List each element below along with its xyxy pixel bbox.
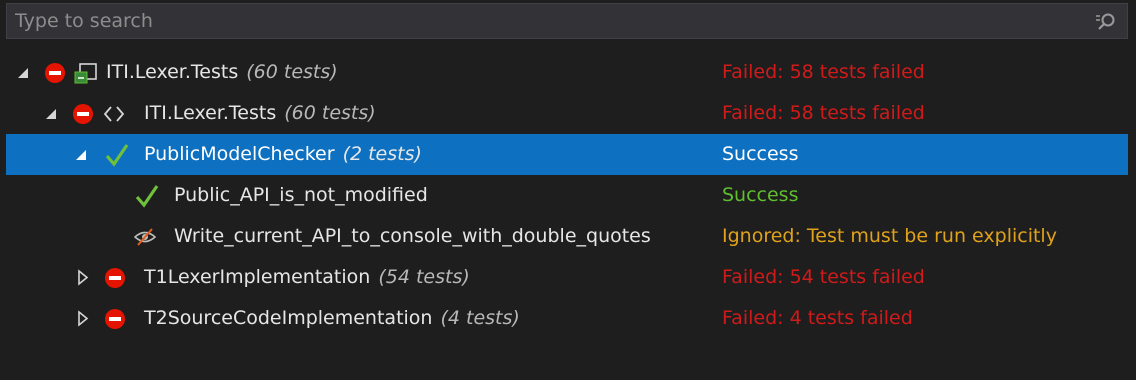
tree-row-label: T1LexerImplementation (54 tests) <box>144 257 470 298</box>
status-text: Success <box>722 184 799 206</box>
test-count: (60 tests) <box>284 102 376 124</box>
test-name: ITI.Lexer.Tests <box>106 61 239 83</box>
test-name: ITI.Lexer.Tests <box>144 102 277 124</box>
search-icon[interactable] <box>1095 11 1117 33</box>
tree-row-namespace[interactable]: ITI.Lexer.Tests (60 tests) Failed: 58 tes… <box>6 93 1128 134</box>
tree-row-label: ITI.Lexer.Tests (60 tests) <box>106 52 338 93</box>
failed-icon <box>45 63 65 83</box>
ignored-icon <box>134 228 156 246</box>
test-name: T2SourceCodeImplementation <box>144 307 433 329</box>
test-name: PublicModelChecker <box>144 143 335 165</box>
status-text: Success <box>722 143 799 165</box>
failed-icon <box>105 309 125 329</box>
failed-icon <box>105 268 125 288</box>
collapse-arrow-icon[interactable] <box>74 134 88 175</box>
success-check-icon <box>105 144 129 167</box>
test-project-icon <box>74 63 97 84</box>
test-name: Write_current_API_to_console_with_double… <box>174 225 651 247</box>
tree-row-label: PublicModelChecker (2 tests) <box>144 134 422 175</box>
tree-row-test[interactable]: Public_API_is_not_modified Success <box>6 175 1128 216</box>
test-count: (60 tests) <box>246 61 338 83</box>
failed-icon <box>73 104 93 124</box>
tree-row-class[interactable]: T2SourceCodeImplementation (4 tests) Fail… <box>6 298 1128 339</box>
test-count: (54 tests) <box>378 266 470 288</box>
search-box <box>6 3 1128 39</box>
search-input[interactable] <box>7 4 1093 38</box>
collapse-arrow-icon[interactable] <box>44 93 58 134</box>
tree-row-test[interactable]: Write_current_API_to_console_with_double… <box>6 216 1128 257</box>
tree-row-class[interactable]: T1LexerImplementation (54 tests) Failed: … <box>6 257 1128 298</box>
tree-row-label: ITI.Lexer.Tests (60 tests) <box>144 93 376 134</box>
test-explorer-panel: ITI.Lexer.Tests (60 tests) Failed: 58 tes… <box>0 0 1136 380</box>
tree-row-label: Write_current_API_to_console_with_double… <box>174 216 651 257</box>
status-text: Failed: 4 tests failed <box>722 307 913 329</box>
status-text: Failed: 58 tests failed <box>722 61 925 83</box>
test-tree: ITI.Lexer.Tests (60 tests) Failed: 58 tes… <box>6 52 1128 339</box>
test-name: Public_API_is_not_modified <box>174 184 428 206</box>
tree-row-label: T2SourceCodeImplementation (4 tests) <box>144 298 520 339</box>
tree-row-class-selected[interactable]: PublicModelChecker (2 tests) Success <box>6 134 1128 175</box>
status-text: Failed: 58 tests failed <box>722 102 925 124</box>
tree-row-label: Public_API_is_not_modified <box>174 175 428 216</box>
test-name: T1LexerImplementation <box>144 266 371 288</box>
test-count: (4 tests) <box>440 307 520 329</box>
collapse-arrow-icon[interactable] <box>16 52 30 93</box>
status-text: Failed: 54 tests failed <box>722 266 925 288</box>
test-count: (2 tests) <box>342 143 422 165</box>
status-text: Ignored: Test must be run explicitly <box>722 225 1057 247</box>
namespace-icon <box>103 106 125 122</box>
expand-arrow-icon[interactable] <box>76 257 90 298</box>
success-check-icon <box>135 185 159 208</box>
expand-arrow-icon[interactable] <box>76 298 90 339</box>
tree-row-project[interactable]: ITI.Lexer.Tests (60 tests) Failed: 58 tes… <box>6 52 1128 93</box>
